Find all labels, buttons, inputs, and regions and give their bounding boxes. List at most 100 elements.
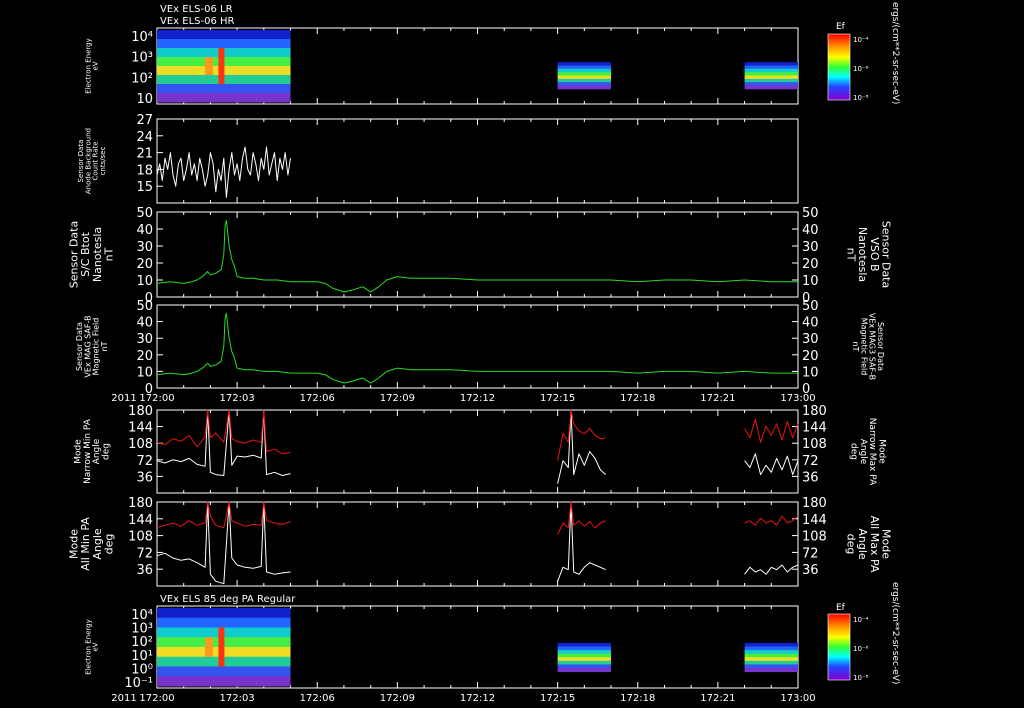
p5-ylabel-1: Mode xyxy=(73,439,83,464)
p4-time-tick-label: 172:09 xyxy=(380,393,415,404)
p6-ytick-label-right: 180 xyxy=(802,496,827,511)
p5-ytick-label: 144 xyxy=(128,421,153,436)
p6-ytick-label: 36 xyxy=(136,563,153,578)
p4-ylabel-4: nT xyxy=(100,341,109,351)
p5-ylabel-right-3: Angle xyxy=(858,439,868,465)
p6-ytick-label-right: 36 xyxy=(802,563,819,578)
p3-ytick-label: 30 xyxy=(136,240,153,255)
p1-band xyxy=(157,93,291,103)
p4-time-tick-label: 172:18 xyxy=(620,393,655,404)
multi-panel-plot: VEx ELS-06 LR VEx ELS-06 HR VEx ELS 85 d… xyxy=(68,2,900,704)
p2-ytick-label: 15 xyxy=(136,180,153,195)
p7-band xyxy=(157,666,291,677)
colorbar-bottom-title: Ef xyxy=(836,603,846,613)
p7-ylabel-2: eV xyxy=(92,642,100,651)
p5-ytick-label: 180 xyxy=(128,404,153,419)
header-line-2: VEx ELS-06 HR xyxy=(160,16,235,27)
p4-time-tick-label: 172:15 xyxy=(540,393,575,404)
p7-time-tick-label: 172:18 xyxy=(620,693,655,704)
p1-band xyxy=(744,72,798,76)
p1-band xyxy=(744,75,798,80)
p1-segment-2 xyxy=(557,62,612,90)
p1-band xyxy=(557,82,612,86)
p5-ytick-label-right: 144 xyxy=(802,421,827,436)
p1-band xyxy=(557,75,612,80)
p7-band xyxy=(557,642,612,647)
colorbar-bottom-tick-2: 10⁻⁶ xyxy=(853,645,869,653)
p1-band xyxy=(557,78,612,83)
p7-segment-3 xyxy=(744,642,798,673)
p1-band xyxy=(557,62,612,67)
p7-segment-1 xyxy=(157,608,291,687)
p4-ytick-label-right: 50 xyxy=(802,299,819,314)
p7-band xyxy=(557,657,612,662)
p6-ylabel-4: deg xyxy=(102,534,115,555)
p4-ytick-label: 20 xyxy=(136,349,153,364)
p6-frame xyxy=(156,501,799,587)
p3-ytick-label: 40 xyxy=(136,223,153,238)
p2-series-1 xyxy=(156,146,291,198)
p5-ytick-label-right: 72 xyxy=(802,454,819,469)
colorbar-top-tick-1: 10⁻⁴ xyxy=(853,36,869,44)
p7-band xyxy=(157,617,291,628)
p7-band xyxy=(557,668,612,673)
p7-time-tick-label: 172:12 xyxy=(460,693,495,704)
p4-ylabel-right-4: nT xyxy=(851,342,860,352)
p1-band xyxy=(557,68,612,73)
p2-ytick-label: 21 xyxy=(136,147,153,162)
p7-band xyxy=(744,653,798,658)
p7-band xyxy=(157,676,291,687)
p4-ytick-label: 50 xyxy=(136,299,153,314)
p5-ytick-label: 72 xyxy=(136,454,153,469)
p2-ylabel-4: cnts/sec xyxy=(99,146,107,175)
p7-year-label: 2011 xyxy=(111,693,136,704)
p4-ytick-label-right: 30 xyxy=(802,332,819,347)
p6-ytick-label: 72 xyxy=(136,546,153,561)
p5-ytick-label-right: 36 xyxy=(802,470,819,485)
p4-time-tick-label: 172:03 xyxy=(220,393,255,404)
p6-ytick-label: 180 xyxy=(128,496,153,511)
p1-ylabel-2: eV xyxy=(92,61,100,70)
p1-ytick-label: 10² xyxy=(131,71,153,86)
p6-ytick-label: 108 xyxy=(128,530,153,545)
colorbar-top-unit: ergs/(cm**2-sr-sec-eV) xyxy=(890,2,900,104)
p1-peak xyxy=(205,57,214,75)
colorbar-bottom: Ef 10⁻⁴ 10⁻⁶ 10⁻⁸ ergs/(cm**2-sr-sec-eV) xyxy=(827,582,900,684)
p7-time-tick-label: 173:00 xyxy=(780,693,815,704)
p2-ytick-label: 24 xyxy=(136,130,153,145)
p4-year-label: 2011 xyxy=(111,393,136,404)
p7-band xyxy=(744,642,798,647)
p7-band xyxy=(744,646,798,651)
p3-frame xyxy=(156,211,799,298)
p7-time-tick-label: 172:00 xyxy=(139,693,174,704)
p3-ylabel-right-4: nT xyxy=(845,248,858,262)
p4-ytick-label-right: 20 xyxy=(802,349,819,364)
p6-ytick-label-right: 108 xyxy=(802,530,827,545)
p7-time-tick-label: 172:09 xyxy=(380,693,415,704)
p7-band xyxy=(744,657,798,662)
p7-band xyxy=(744,660,798,665)
colorbar-top: Ef 10⁻⁴ 10⁻⁶ 10⁻⁸ ergs/(cm**2-sr-sec-eV) xyxy=(827,2,900,104)
p1-segment-3 xyxy=(744,62,798,90)
p7-time-tick-label: 172:06 xyxy=(300,693,335,704)
p4-time-tick-label: 172:00 xyxy=(139,393,174,404)
p7-peak xyxy=(205,637,214,657)
p5-ylabel-right-4: deg xyxy=(848,443,858,460)
p1-band xyxy=(744,68,798,73)
p3-ytick-label-right: 50 xyxy=(802,206,819,221)
p2-ytick-label: 18 xyxy=(136,163,153,178)
p6-ylabel-right-4: deg xyxy=(845,534,858,555)
p3-ytick-label-right: 40 xyxy=(802,223,819,238)
p7-band xyxy=(557,660,612,665)
p1-band xyxy=(744,62,798,67)
colorbar-bottom-tick-3: 10⁻⁸ xyxy=(853,674,869,682)
p5-ylabel-right-1: Mode xyxy=(877,439,887,464)
p1-band xyxy=(744,85,798,90)
p7-band xyxy=(557,650,612,655)
p3-ytick-label-right: 20 xyxy=(802,257,819,272)
p4-ytick-label: 30 xyxy=(136,332,153,347)
p1-band xyxy=(157,84,291,94)
p7-time-tick-label: 172:15 xyxy=(540,693,575,704)
p5-ytick-label: 36 xyxy=(136,470,153,485)
p3-ylabel-4: nT xyxy=(102,247,115,261)
